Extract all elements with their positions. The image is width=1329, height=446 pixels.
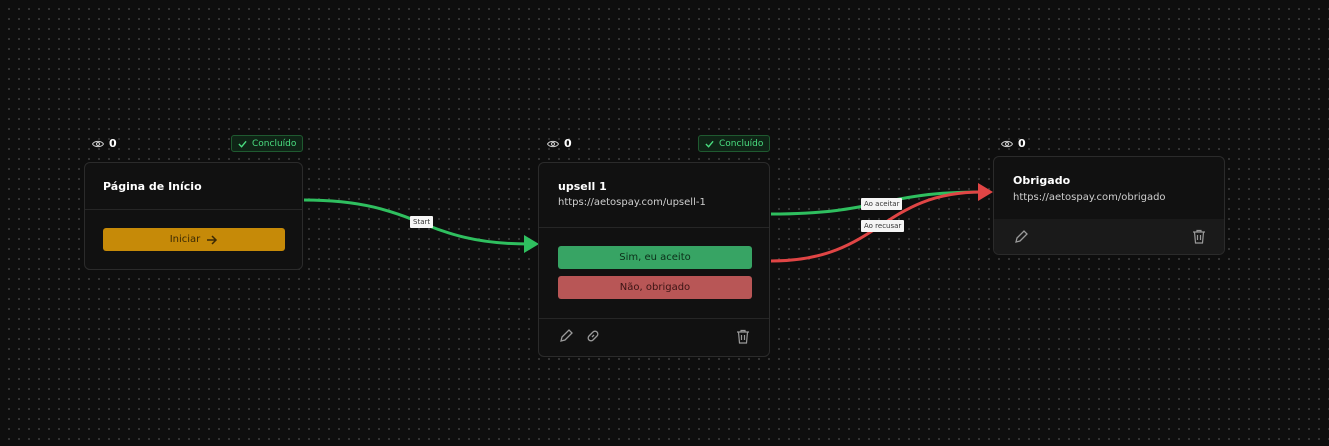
pencil-icon[interactable] xyxy=(1013,229,1029,245)
eye-icon xyxy=(1001,140,1013,147)
divider xyxy=(85,209,302,210)
edge-label-start: Start xyxy=(410,216,434,228)
views-value: 0 xyxy=(564,137,572,150)
node-url: https://aetospay.com/obrigado xyxy=(1013,192,1166,203)
pencil-icon[interactable] xyxy=(558,328,574,344)
node-upsell[interactable]: upsell 1 https://aetospay.com/upsell-1 S… xyxy=(538,162,770,357)
eye-icon xyxy=(92,140,104,147)
reject-button-label: Não, obrigado xyxy=(619,282,691,293)
views-value: 0 xyxy=(1018,137,1026,150)
divider xyxy=(539,227,769,228)
status-badge-label: Concluído xyxy=(719,138,764,149)
trash-icon[interactable] xyxy=(736,329,750,344)
check-icon xyxy=(705,140,714,148)
eye-icon xyxy=(547,140,559,147)
status-badge: Concluído xyxy=(698,135,771,152)
edge-target-arrowhead xyxy=(978,183,993,201)
start-button[interactable]: Iniciar xyxy=(103,228,285,251)
edge-label-reject: Ao recusar xyxy=(861,220,905,232)
node-footer xyxy=(994,219,1224,254)
node-home[interactable]: Página de Início Iniciar xyxy=(84,162,303,270)
arrow-right-icon xyxy=(207,234,218,245)
trash-icon[interactable] xyxy=(1192,229,1206,244)
check-icon xyxy=(238,140,247,148)
home-view-count: 0 xyxy=(92,137,117,150)
node-url: https://aetospay.com/upsell-1 xyxy=(558,197,706,208)
upsell-view-count: 0 xyxy=(547,137,572,150)
node-title: Obrigado xyxy=(1013,174,1071,187)
status-badge-label: Concluído xyxy=(252,138,297,149)
accept-button-label: Sim, eu aceito xyxy=(619,252,691,263)
node-title: Página de Início xyxy=(103,180,202,193)
thanks-view-count: 0 xyxy=(1001,137,1026,150)
views-value: 0 xyxy=(109,137,117,150)
edge-label-accept: Ao aceitar xyxy=(861,198,903,210)
node-title: upsell 1 xyxy=(558,180,607,193)
node-thanks[interactable]: Obrigado https://aetospay.com/obrigado xyxy=(993,156,1225,255)
reject-button[interactable]: Não, obrigado xyxy=(558,276,752,299)
status-badge: Concluído xyxy=(231,135,304,152)
edge-start-arrowhead xyxy=(524,235,539,253)
accept-button[interactable]: Sim, eu aceito xyxy=(558,246,752,269)
divider xyxy=(539,318,769,319)
link-icon[interactable] xyxy=(585,328,601,344)
start-button-label: Iniciar xyxy=(169,234,201,245)
